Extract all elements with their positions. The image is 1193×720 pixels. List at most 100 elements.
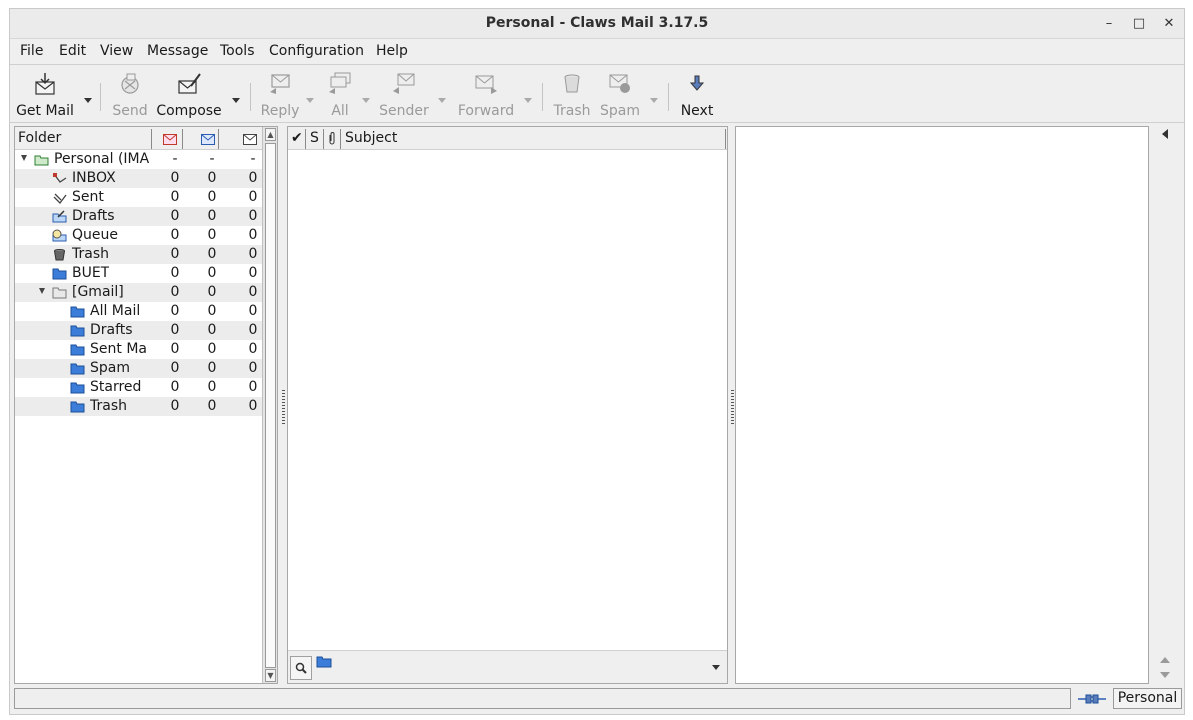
unread-count: 0 xyxy=(207,379,217,395)
total-count: 0 xyxy=(248,379,258,395)
get-mail-label: Get Mail xyxy=(16,103,74,119)
compose-label: Compose xyxy=(156,103,222,119)
reply-sender-dropdown-arrow[interactable] xyxy=(438,98,446,103)
title-bar[interactable]: Personal - Claws Mail 3.17.5 – □ ✕ xyxy=(10,9,1184,39)
scroll-down-arrow[interactable] xyxy=(1160,672,1170,678)
minimize-button[interactable]: – xyxy=(1098,13,1120,35)
folder-row-all-mail[interactable]: All Mail 0 0 0 xyxy=(15,302,262,321)
menu-view[interactable]: View xyxy=(100,43,133,59)
scroll-up-arrow[interactable] xyxy=(1160,657,1170,663)
main-window: Personal - Claws Mail 3.17.5 – □ ✕ File … xyxy=(9,8,1185,715)
collapse-arrow-icon[interactable] xyxy=(1162,129,1168,139)
subject-column-header[interactable]: Subject xyxy=(345,130,397,146)
window-title: Personal - Claws Mail 3.17.5 xyxy=(485,15,709,31)
toolbar-separator xyxy=(542,83,543,111)
folder-row-buet[interactable]: BUET 0 0 0 xyxy=(15,264,262,283)
folder-name: All Mail xyxy=(90,303,141,319)
folder-name: Starred xyxy=(90,379,142,395)
folder-icon xyxy=(70,305,85,318)
unread-mail-column-icon[interactable] xyxy=(201,133,215,149)
toolbar-separator xyxy=(668,83,669,111)
toolbar-separator xyxy=(250,83,251,111)
maximize-button[interactable]: □ xyxy=(1128,13,1150,35)
get-mail-dropdown-arrow[interactable] xyxy=(84,98,92,103)
online-status-icon[interactable] xyxy=(1078,692,1106,706)
menu-tools[interactable]: Tools xyxy=(220,43,255,59)
folder-name: Trash xyxy=(90,398,127,414)
folder-row-inbox[interactable]: INBOX 0 0 0 xyxy=(15,169,262,188)
menu-edit[interactable]: Edit xyxy=(59,43,86,59)
status-column-header[interactable]: S xyxy=(310,130,319,146)
paperclip-icon xyxy=(329,132,335,145)
folder-row-sent[interactable]: Sent 0 0 0 xyxy=(15,188,262,207)
menu-help[interactable]: Help xyxy=(376,43,408,59)
mark-column-header[interactable]: ✔ xyxy=(291,130,303,146)
folder-row-drafts[interactable]: Drafts 0 0 0 xyxy=(15,207,262,226)
folder-open-icon xyxy=(52,286,67,299)
next-button[interactable]: Next xyxy=(676,66,718,123)
reply-all-dropdown-arrow[interactable] xyxy=(362,98,370,103)
folder-row-personal[interactable]: Personal (IMA - - - xyxy=(15,150,262,169)
folder-row-gmail-trash[interactable]: Trash 0 0 0 xyxy=(15,397,262,416)
reply-sender-button[interactable]: Sender xyxy=(376,66,432,123)
column-divider xyxy=(151,129,152,149)
message-view[interactable] xyxy=(735,126,1149,684)
new-mail-column-icon[interactable] xyxy=(163,133,177,149)
total-count: 0 xyxy=(248,303,258,319)
folder-row-gmail-drafts[interactable]: Drafts 0 0 0 xyxy=(15,321,262,340)
menu-message[interactable]: Message xyxy=(147,43,208,59)
next-label: Next xyxy=(680,103,714,119)
compose-button[interactable]: Compose xyxy=(154,66,224,123)
forward-dropdown-arrow[interactable] xyxy=(524,98,532,103)
new-count: 0 xyxy=(170,379,180,395)
unread-count: 0 xyxy=(207,360,217,376)
reply-button[interactable]: Reply xyxy=(258,66,302,123)
pane-resize-handle[interactable] xyxy=(731,390,734,424)
folder-row-gmail[interactable]: [Gmail] 0 0 0 xyxy=(15,283,262,302)
menu-configuration[interactable]: Configuration xyxy=(269,43,364,59)
scrollbar-thumb[interactable] xyxy=(265,143,276,668)
scroll-up-arrow[interactable]: ▲ xyxy=(265,128,276,141)
quick-search-button[interactable] xyxy=(290,656,312,680)
account-selector-button[interactable]: Personal xyxy=(1113,688,1182,709)
compose-dropdown-arrow[interactable] xyxy=(232,98,240,103)
send-button[interactable]: Send xyxy=(108,66,152,123)
new-count: 0 xyxy=(170,265,180,281)
forward-label: Forward xyxy=(457,103,515,119)
folder-row-spam[interactable]: Spam 0 0 0 xyxy=(15,359,262,378)
message-list[interactable]: ✔ S Subject xyxy=(287,126,728,684)
total-mail-column-icon[interactable] xyxy=(243,133,257,149)
folder-row-queue[interactable]: Queue 0 0 0 xyxy=(15,226,262,245)
send-icon xyxy=(117,72,143,96)
new-count: 0 xyxy=(170,322,180,338)
column-divider xyxy=(323,129,324,149)
folder-column-header[interactable]: Folder xyxy=(18,130,61,146)
reply-all-button[interactable]: All xyxy=(320,66,360,123)
close-button[interactable]: ✕ xyxy=(1158,13,1180,35)
get-mail-button[interactable]: Get Mail xyxy=(12,66,78,123)
menu-file[interactable]: File xyxy=(20,43,43,59)
unread-count: 0 xyxy=(207,227,217,243)
expand-arrow-icon[interactable] xyxy=(21,155,27,161)
trash-button[interactable]: Trash xyxy=(550,66,594,123)
pane-resize-handle[interactable] xyxy=(282,390,285,424)
spam-dropdown-arrow[interactable] xyxy=(650,98,658,103)
quick-search-dropdown-arrow[interactable] xyxy=(712,665,720,670)
expand-arrow-icon[interactable] xyxy=(39,288,45,294)
folder-name: Personal (IMA xyxy=(54,151,150,167)
folder-name: Sent xyxy=(72,189,104,205)
unread-count: 0 xyxy=(207,398,217,414)
trash-icon xyxy=(52,248,67,261)
spam-button[interactable]: Spam xyxy=(598,66,642,123)
new-count: 0 xyxy=(170,170,180,186)
folder-tree[interactable]: Folder Personal (IMA - - - INBOX 0 0 0 S… xyxy=(14,126,278,684)
folder-tree-scrollbar[interactable]: ▲ ▼ xyxy=(262,127,277,683)
scroll-down-arrow[interactable]: ▼ xyxy=(265,669,276,682)
folder-name: Drafts xyxy=(72,208,115,224)
reply-dropdown-arrow[interactable] xyxy=(306,98,314,103)
attachment-column-header[interactable] xyxy=(328,131,336,148)
forward-button[interactable]: Forward xyxy=(454,66,518,123)
folder-row-starred[interactable]: Starred 0 0 0 xyxy=(15,378,262,397)
folder-row-trash[interactable]: Trash 0 0 0 xyxy=(15,245,262,264)
folder-row-sent-mail[interactable]: Sent Ma 0 0 0 xyxy=(15,340,262,359)
